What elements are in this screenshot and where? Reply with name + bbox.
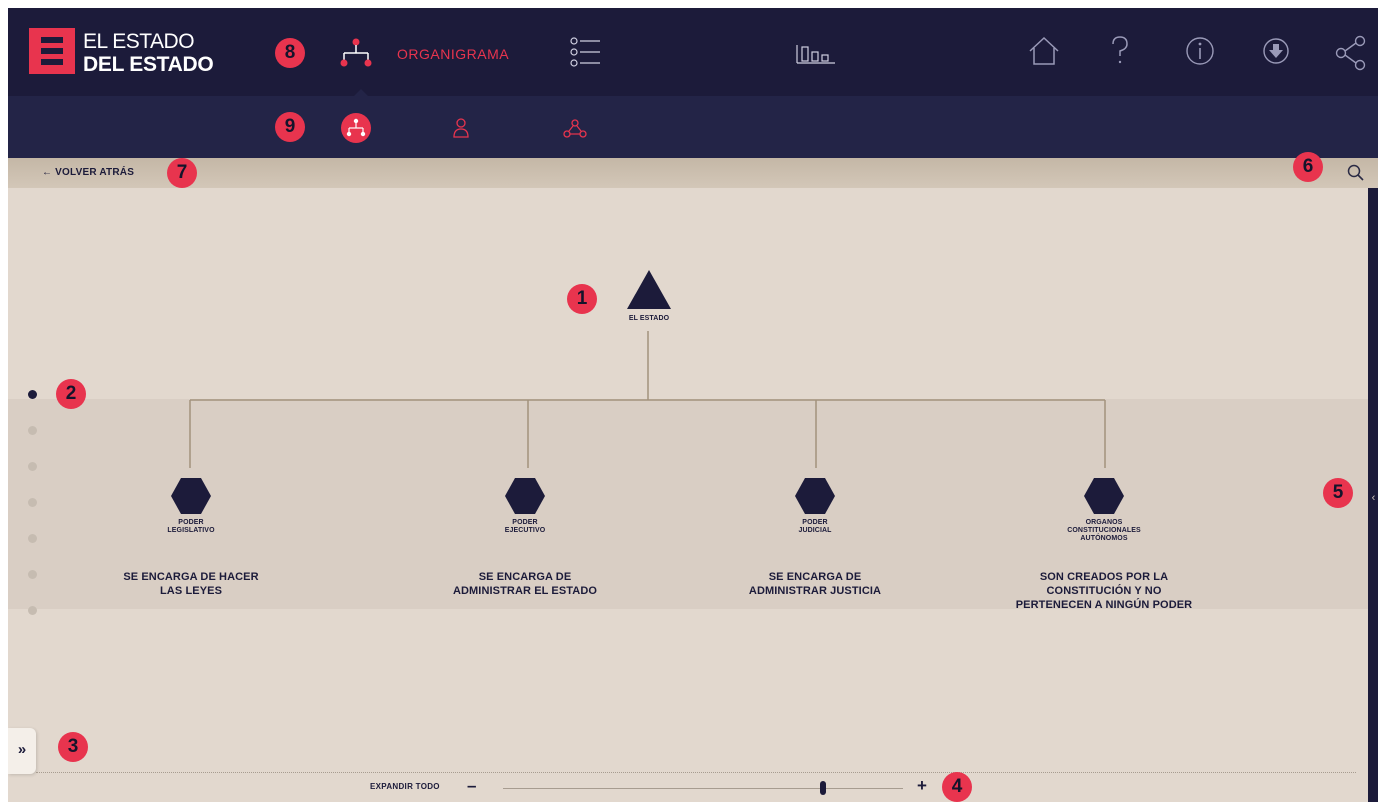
root-node-triangle[interactable] — [627, 270, 671, 309]
level-dot[interactable] — [28, 498, 37, 507]
right-panel-toggle[interactable]: ‹ — [1369, 486, 1378, 510]
callout-badge: 9 — [275, 112, 305, 142]
child-node-description: SE ENCARGA DE HACER LAS LEYES — [123, 571, 259, 597]
callout-badge: 2 — [56, 379, 86, 409]
child-node-hexagon[interactable] — [795, 478, 835, 514]
expand-all-button[interactable]: EXPANDIR TODO — [370, 782, 440, 791]
level-dot[interactable] — [28, 462, 37, 471]
zoom-slider-track[interactable] — [503, 788, 903, 789]
callout-badge: 7 — [167, 158, 197, 188]
level-dot[interactable] — [28, 534, 37, 543]
child-node-label: PODER LEGISLATIVO — [167, 519, 215, 534]
child-node-hexagon[interactable] — [1084, 478, 1124, 514]
level-dot[interactable] — [28, 570, 37, 579]
level-dot[interactable] — [28, 606, 37, 615]
zoom-out-button[interactable]: – — [467, 776, 476, 796]
zoom-slider-handle[interactable] — [820, 781, 826, 795]
root-node-label: EL ESTADO — [628, 315, 670, 322]
child-node-description: SE ENCARGA DE ADMINISTRAR EL ESTADO — [452, 571, 598, 597]
level-dot[interactable] — [28, 426, 37, 435]
child-node-description: SE ENCARGA DE ADMINISTRAR JUSTICIA — [748, 571, 882, 597]
callout-badge: 1 — [567, 284, 597, 314]
callout-badge: 4 — [942, 772, 972, 802]
level-dot[interactable] — [28, 390, 37, 399]
bottom-divider — [36, 772, 1356, 773]
child-node-label: PODER JUDICIAL — [798, 519, 832, 534]
child-node-hexagon[interactable] — [505, 478, 545, 514]
expand-panel-button[interactable]: » — [8, 728, 36, 774]
callout-badge: 8 — [275, 38, 305, 68]
child-node-description: SON CREADOS POR LA CONSTITUCIÓN Y NO PER… — [1015, 571, 1193, 611]
callout-badge: 5 — [1323, 478, 1353, 508]
child-node-label: ORGANOS CONSTITUCIONALES AUTÓNOMOS — [1067, 519, 1141, 542]
org-tree-connectors — [171, 270, 1124, 514]
app-window: EL ESTADO DEL ESTADO ORGANIGRAMA ← VOLVE… — [8, 8, 1378, 802]
callout-badge: 6 — [1293, 152, 1323, 182]
child-node-label: PODER EJECUTIVO — [504, 519, 546, 534]
zoom-in-button[interactable]: + — [917, 776, 927, 796]
callout-badge: 3 — [58, 732, 88, 762]
child-node-hexagon[interactable] — [171, 478, 211, 514]
